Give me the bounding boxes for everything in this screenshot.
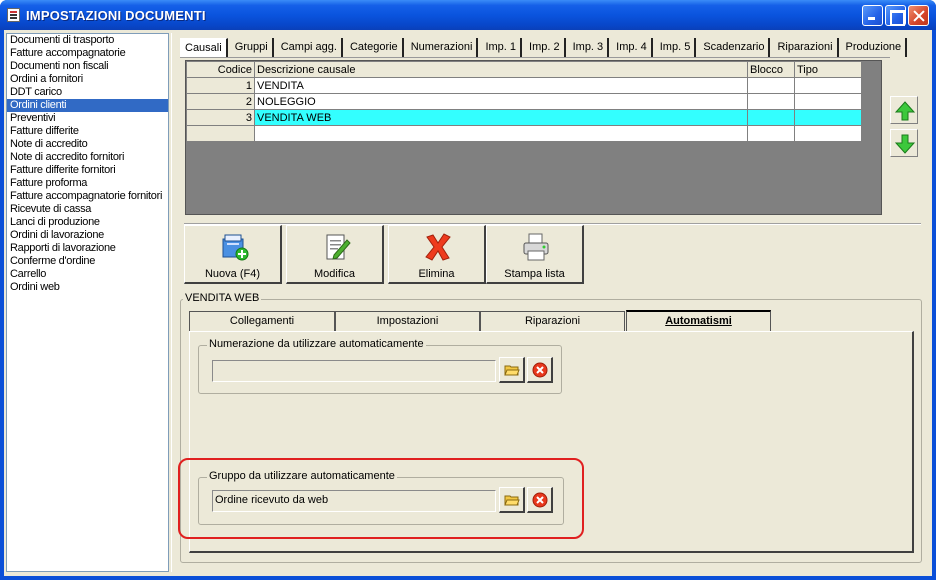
folder-open-icon: [504, 365, 520, 376]
doclist-item[interactable]: Documenti non fiscali: [7, 60, 168, 73]
cell-tipo[interactable]: [794, 93, 862, 110]
doclist-item[interactable]: Note di accredito: [7, 138, 168, 151]
doclist-item[interactable]: Ordini web: [7, 281, 168, 294]
doclist-item[interactable]: Conferme d'ordine: [7, 255, 168, 268]
causali-grid[interactable]: Codice Descrizione causale Blocco Tipo 1…: [185, 60, 882, 215]
arrow-down-icon: [895, 134, 915, 154]
doclist-item[interactable]: Fatture differite: [7, 125, 168, 138]
doclist-item[interactable]: Fatture proforma: [7, 177, 168, 190]
edit-document-icon: [326, 234, 351, 260]
new-document-icon: [222, 234, 249, 261]
doclist-item[interactable]: Lanci di produzione: [7, 216, 168, 229]
doclist-item[interactable]: Carrello: [7, 268, 168, 281]
doclist-item[interactable]: Documenti di trasporto: [7, 34, 168, 47]
numerazione-field[interactable]: [212, 360, 496, 382]
stampa-lista-label: Stampa lista: [504, 268, 565, 280]
doclist-item[interactable]: Fatture differite fornitori: [7, 164, 168, 177]
main-tab-strip: Causali Gruppi Campi agg. Categorie Numerazi…: [180, 38, 910, 57]
cell-descrizione[interactable]: VENDITA WEB: [254, 109, 748, 126]
cell-blocco[interactable]: [747, 109, 795, 126]
numerazione-legend: Numerazione da utilizzare automaticament…: [207, 338, 426, 350]
detail-tab[interactable]: Impostazioni: [335, 311, 480, 331]
numerazione-browse-button[interactable]: [499, 357, 525, 383]
doclist-item[interactable]: Fatture accompagnatorie: [7, 47, 168, 60]
main-tab[interactable]: Riparazioni: [773, 38, 839, 57]
elimina-label: Elimina: [418, 268, 455, 280]
window-title: IMPOSTAZIONI DOCUMENTI: [26, 8, 206, 23]
cell-blocco[interactable]: [747, 125, 795, 142]
cell-tipo[interactable]: [794, 77, 862, 94]
cell-codice[interactable]: 1: [186, 77, 255, 94]
doclist-item[interactable]: Preventivi: [7, 112, 168, 125]
main-tab[interactable]: Imp. 3: [568, 38, 610, 57]
maximize-button[interactable]: [885, 5, 906, 26]
causale-detail-title: VENDITA WEB: [183, 292, 262, 304]
detail-tab[interactable]: Collegamenti: [189, 311, 335, 331]
doclist-item[interactable]: Ordini a fornitori: [7, 73, 168, 86]
printer-icon: [523, 233, 549, 261]
main-tab[interactable]: Imp. 2: [525, 38, 566, 57]
cell-blocco[interactable]: [747, 93, 795, 110]
doclist-item[interactable]: DDT carico: [7, 86, 168, 99]
cell-descrizione[interactable]: [254, 125, 748, 142]
delete-x-icon: [425, 233, 451, 261]
cell-codice[interactable]: 3: [186, 109, 255, 126]
nuova-label: Nuova (F4): [204, 268, 261, 280]
document-settings-icon: [7, 8, 20, 22]
cell-codice[interactable]: 2: [186, 93, 255, 110]
move-down-button[interactable]: [890, 129, 918, 157]
main-tab[interactable]: Gruppi: [230, 38, 274, 57]
doclist-item[interactable]: Ricevute di cassa: [7, 203, 168, 216]
doclist-item[interactable]: Fatture accompagnatorie fornitori: [7, 190, 168, 203]
cell-tipo[interactable]: [794, 109, 862, 126]
tab-baseline: [180, 57, 890, 58]
main-tab[interactable]: Numerazioni: [406, 38, 479, 57]
causali-table[interactable]: Codice Descrizione causale Blocco Tipo 1…: [186, 61, 862, 142]
main-tab[interactable]: Campi agg.: [276, 38, 343, 57]
cell-codice[interactable]: [186, 125, 255, 142]
modifica-label: Modifica: [314, 268, 355, 280]
main-tab[interactable]: Imp. 4: [612, 38, 653, 57]
doclist-item[interactable]: Ordini clienti: [7, 99, 168, 112]
nuova-button[interactable]: Nuova (F4): [184, 225, 282, 284]
doclist-item[interactable]: Note di accredito fornitori: [7, 151, 168, 164]
numerazione-group: Numerazione da utilizzare automaticament…: [198, 338, 562, 394]
arrow-up-icon: [895, 101, 915, 121]
cell-blocco[interactable]: [747, 77, 795, 94]
doclist-item[interactable]: Rapporti di lavorazione: [7, 242, 168, 255]
close-button[interactable]: [908, 5, 929, 26]
main-tab[interactable]: Scadenzario: [699, 38, 771, 57]
main-tab[interactable]: Imp. 1: [481, 38, 523, 57]
header-tipo[interactable]: Tipo: [794, 61, 862, 78]
table-row[interactable]: 1 VENDITA: [186, 77, 862, 94]
header-blocco[interactable]: Blocco: [747, 61, 795, 78]
main-tab[interactable]: Imp. 5: [655, 38, 697, 57]
detail-tab[interactable]: Riparazioni: [480, 311, 625, 331]
modifica-button[interactable]: Modifica: [286, 225, 384, 284]
main-tab[interactable]: Categorie: [345, 38, 404, 57]
cell-descrizione[interactable]: NOLEGGIO: [254, 93, 748, 110]
grid-header-row: Codice Descrizione causale Blocco Tipo: [186, 61, 862, 78]
doclist-item[interactable]: Ordini di lavorazione: [7, 229, 168, 242]
minimize-button[interactable]: [862, 5, 883, 26]
main-tab[interactable]: Causali: [180, 38, 228, 57]
main-tab[interactable]: Produzione: [841, 38, 908, 57]
numerazione-clear-button[interactable]: [527, 357, 553, 383]
cell-descrizione[interactable]: VENDITA: [254, 77, 748, 94]
document-type-list[interactable]: Documenti di trasporto Fatture accompagna…: [6, 33, 169, 572]
clear-x-icon: [532, 362, 548, 378]
detail-tab[interactable]: Automatismi: [626, 310, 771, 331]
table-row[interactable]: 3 VENDITA WEB: [186, 109, 862, 126]
table-row[interactable]: [186, 125, 862, 142]
header-descrizione[interactable]: Descrizione causale: [254, 61, 748, 78]
move-up-button[interactable]: [890, 96, 918, 124]
elimina-button[interactable]: Elimina: [388, 225, 486, 284]
header-codice[interactable]: Codice: [186, 61, 255, 78]
stampa-lista-button[interactable]: Stampa lista: [486, 225, 584, 284]
table-row[interactable]: 2 NOLEGGIO: [186, 93, 862, 110]
cell-tipo[interactable]: [794, 125, 862, 142]
highlight-annotation: [178, 458, 584, 539]
title-bar[interactable]: IMPOSTAZIONI DOCUMENTI: [0, 0, 936, 30]
